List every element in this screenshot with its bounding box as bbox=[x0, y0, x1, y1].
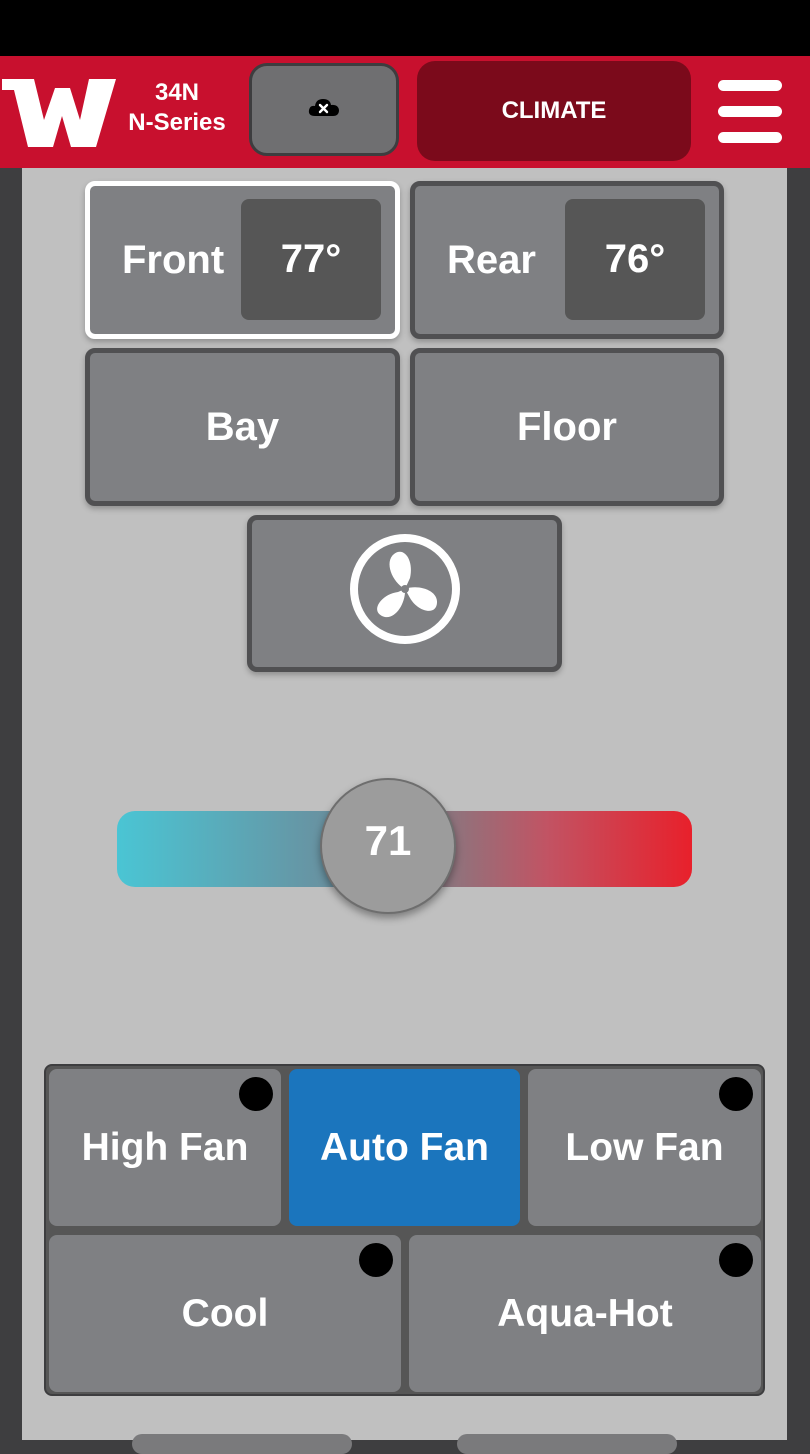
temperature-slider-knob[interactable]: 71 bbox=[320, 778, 456, 914]
fan-mode-group: High Fan Auto Fan Low Fan Cool Aqua-Hot bbox=[44, 1064, 765, 1396]
zone-floor-button[interactable]: Floor bbox=[410, 348, 724, 506]
climate-tab-button[interactable]: CLIMATE bbox=[417, 61, 691, 161]
zone-rear-temperature: 76° bbox=[565, 199, 705, 320]
auto-fan-button[interactable]: Auto Fan bbox=[289, 1069, 520, 1226]
model-number: 34N bbox=[154, 79, 200, 106]
climate-panel: Front 77° Rear 76° Bay Floor 71 High Fan… bbox=[22, 168, 787, 1454]
aqua-hot-indicator bbox=[719, 1243, 753, 1277]
zone-floor-label: Floor bbox=[517, 404, 617, 449]
aqua-hot-button[interactable]: Aqua-Hot bbox=[409, 1235, 761, 1392]
low-fan-button[interactable]: Low Fan bbox=[528, 1069, 761, 1226]
fan-button[interactable] bbox=[247, 515, 562, 672]
bottom-button-left[interactable] bbox=[132, 1434, 352, 1454]
high-fan-indicator bbox=[239, 1077, 273, 1111]
app-header: 34N N-Series CLIMATE bbox=[0, 56, 810, 168]
fan-icon bbox=[348, 532, 462, 656]
cool-indicator bbox=[359, 1243, 393, 1277]
high-fan-button[interactable]: High Fan bbox=[49, 1069, 281, 1226]
cool-label: Cool bbox=[181, 1291, 269, 1335]
zone-rear-label: Rear bbox=[447, 237, 536, 282]
model-series: N-Series bbox=[128, 109, 226, 136]
model-label: 34N N-Series bbox=[118, 78, 236, 138]
auto-fan-label: Auto Fan bbox=[320, 1125, 489, 1169]
zone-bay-label: Bay bbox=[205, 404, 280, 449]
aqua-hot-label: Aqua-Hot bbox=[497, 1291, 673, 1335]
zone-bay-button[interactable]: Bay bbox=[85, 348, 400, 506]
cloud-disconnected-icon bbox=[307, 96, 341, 123]
connection-status-button[interactable] bbox=[249, 63, 399, 156]
hamburger-menu-icon[interactable] bbox=[716, 76, 784, 146]
bottom-button-right[interactable] bbox=[457, 1434, 677, 1454]
zone-rear-button[interactable]: Rear 76° bbox=[410, 181, 724, 339]
low-fan-label: Low Fan bbox=[565, 1125, 724, 1169]
zone-front-label: Front bbox=[122, 237, 225, 282]
low-fan-indicator bbox=[719, 1077, 753, 1111]
winnebago-logo bbox=[0, 74, 118, 152]
cool-button[interactable]: Cool bbox=[49, 1235, 401, 1392]
zone-front-button[interactable]: Front 77° bbox=[85, 181, 400, 339]
status-bar bbox=[0, 0, 810, 56]
zone-front-temperature: 77° bbox=[241, 199, 381, 320]
high-fan-label: High Fan bbox=[81, 1125, 249, 1169]
